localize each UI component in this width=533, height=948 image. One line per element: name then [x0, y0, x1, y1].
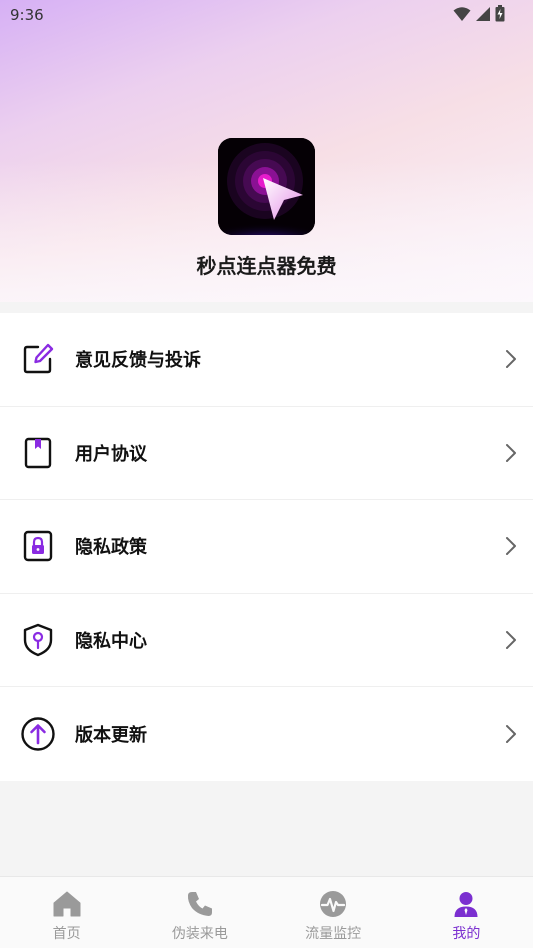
home-icon — [52, 889, 82, 919]
chevron-right-icon — [506, 724, 516, 743]
menu-item-label: 用户协议 — [75, 443, 147, 465]
menu-item-version-update[interactable]: 版本更新 — [0, 687, 533, 781]
status-bar: 9:36 — [0, 0, 533, 30]
wifi-icon — [453, 6, 471, 21]
menu-item-feedback[interactable]: 意见反馈与投诉 — [0, 313, 533, 407]
tab-fake-call[interactable]: 伪装来电 — [133, 877, 266, 948]
tab-label: 我的 — [452, 926, 481, 942]
settings-menu: 意见反馈与投诉 用户协议 隐私政策 隐私中心 版本更新 — [0, 313, 533, 781]
tab-mine[interactable]: 我的 — [400, 877, 533, 948]
user-icon — [451, 889, 481, 919]
status-time: 9:36 — [10, 6, 44, 24]
lock-icon — [20, 528, 56, 564]
arrow-up-circle-icon — [20, 716, 56, 752]
chevron-right-icon — [506, 537, 516, 556]
menu-item-user-agreement[interactable]: 用户协议 — [0, 406, 533, 500]
tab-traffic-monitor[interactable]: 流量监控 — [267, 877, 400, 948]
chevron-right-icon — [506, 443, 516, 462]
bottom-tab-bar: 首页 伪装来电 流量监控 我的 — [0, 876, 533, 948]
shield-icon — [20, 622, 56, 658]
tab-label: 流量监控 — [305, 926, 362, 942]
edit-icon — [20, 341, 56, 377]
book-icon — [20, 435, 56, 471]
tab-label: 伪装来电 — [171, 926, 228, 942]
chevron-right-icon — [506, 630, 516, 649]
battery-icon — [495, 5, 505, 22]
phone-icon — [185, 889, 215, 919]
tab-home[interactable]: 首页 — [0, 877, 133, 948]
app-name: 秒点连点器免费 — [196, 254, 337, 278]
status-icons — [453, 5, 505, 22]
app-logo — [218, 138, 315, 235]
menu-item-privacy-center[interactable]: 隐私中心 — [0, 593, 533, 687]
menu-item-label: 隐私中心 — [75, 630, 147, 652]
menu-item-privacy-policy[interactable]: 隐私政策 — [0, 500, 533, 594]
chevron-right-icon — [506, 350, 516, 369]
menu-item-label: 版本更新 — [75, 724, 147, 746]
menu-item-label: 隐私政策 — [75, 537, 147, 559]
menu-item-label: 意见反馈与投诉 — [75, 350, 201, 372]
pulse-icon — [318, 889, 348, 919]
tab-label: 首页 — [52, 926, 81, 942]
signal-icon — [476, 6, 490, 21]
